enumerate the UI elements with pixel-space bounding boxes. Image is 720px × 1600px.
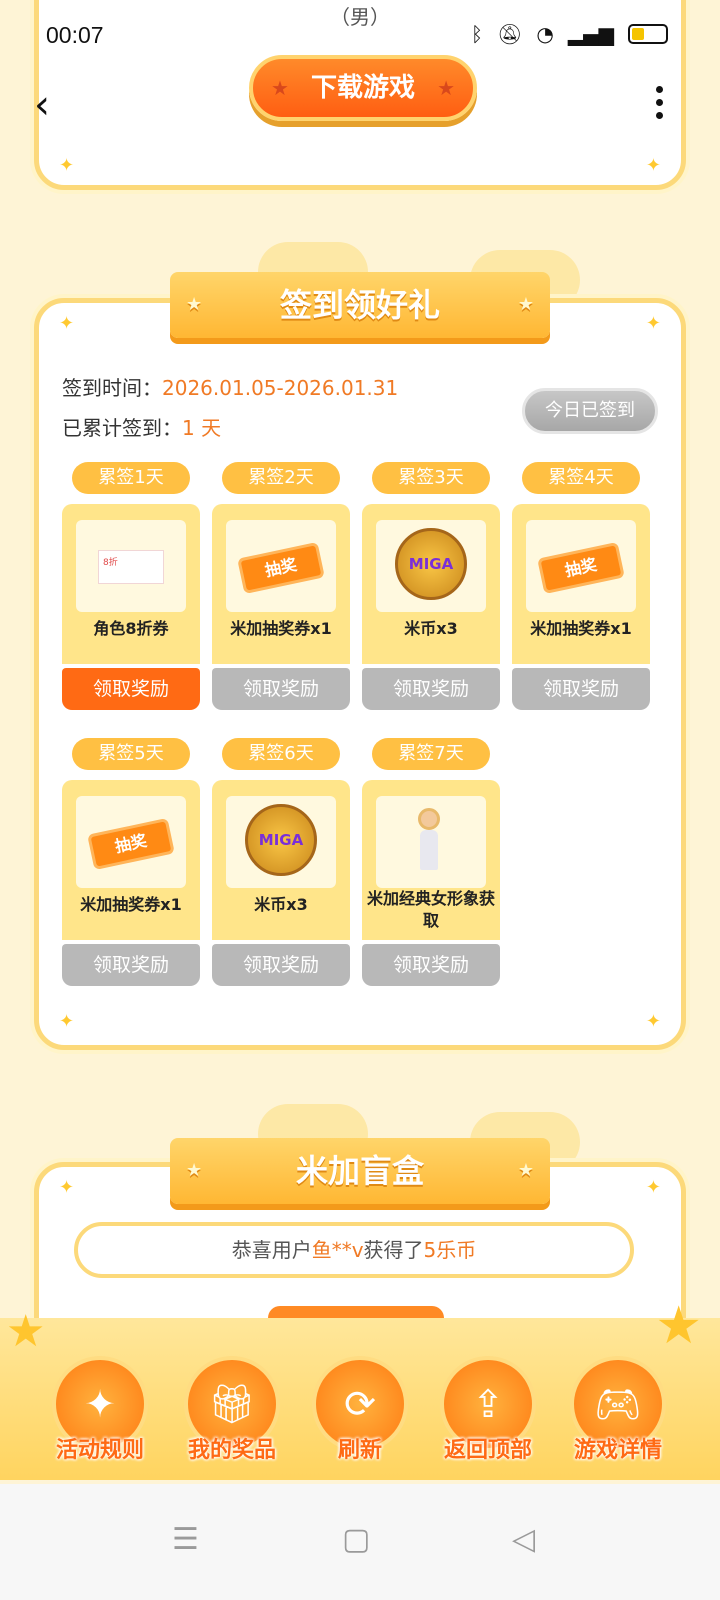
sparkle-icon: ✦ [645, 155, 661, 176]
day-tag: 累签7天 [372, 738, 490, 770]
reward-name: 米加抽奖券x1 [530, 619, 632, 638]
more-menu-icon[interactable] [656, 86, 664, 125]
sign-day-card: 累签6天 MIGA 米币x3 领取奖励 [212, 738, 352, 988]
star-icon: ★ [517, 294, 534, 315]
claim-reward-button[interactable]: 领取奖励 [212, 668, 350, 710]
sign-total: 已累计签到：1 天 [62, 412, 221, 441]
miga-coin-icon: MIGA [245, 804, 317, 876]
day-tag: 累签1天 [72, 462, 190, 494]
dock-label: 刷新 [337, 1438, 382, 1463]
star-decoration-icon: ★ [655, 1296, 702, 1356]
marquee-prize: 5乐币 [423, 1238, 477, 1262]
sign-day-card: 累签3天 MIGA 米币x3 领取奖励 [362, 462, 502, 712]
system-navigation-bar: ☰ ▢ ◁ [0, 1484, 720, 1600]
marquee-prefix: 恭喜用户 [231, 1238, 312, 1262]
dock-label: 游戏详情 [573, 1438, 662, 1463]
download-label: 下载游戏 [310, 73, 415, 103]
sparkle-icon: ✦ [645, 1011, 661, 1032]
reward-name: 米币x3 [254, 895, 308, 914]
sparkle-icon: ✦ [645, 1177, 661, 1198]
claim-reward-button[interactable]: 领取奖励 [62, 668, 200, 710]
marquee-mid: 获得了 [363, 1238, 424, 1262]
dock-label: 我的奖品 [187, 1438, 276, 1463]
coupon-text: 8折 [103, 558, 118, 568]
sign-day-card: 累签7天 米加经典女形象获取 领取奖励 [362, 738, 502, 988]
signal-icon: ▂▄▆ [567, 22, 614, 46]
status-bar: 00:07 ᛒ 🔕︎ ◔ ▂▄▆ [0, 0, 720, 70]
day-tag: 累签5天 [72, 738, 190, 770]
reward-name: 米币x3 [404, 619, 458, 638]
sign-period-value: 2026.01.05-2026.01.31 [162, 376, 399, 400]
today-signed-button[interactable]: 今日已签到 [522, 388, 658, 434]
claim-reward-button[interactable]: 领取奖励 [62, 944, 200, 986]
sparkle-icon: ✦ [59, 155, 75, 176]
day-tag: 累签3天 [372, 462, 490, 494]
reward-name: 米加抽奖券x1 [230, 619, 332, 638]
sign-day-card: 累签1天 8折 角色8折券 领取奖励 [62, 462, 202, 712]
sparkle-icon: ✦ [59, 1177, 75, 1198]
back-icon[interactable]: ‹ [34, 82, 50, 128]
sparkle-icon: ✦ [59, 313, 75, 334]
blind-box-title: 米加盲盒 [295, 1152, 424, 1190]
sign-day-card: 累签5天 抽奖 米加抽奖券x1 领取奖励 [62, 738, 202, 988]
wifi-icon: ◔ [536, 22, 554, 46]
star-decoration-icon: ★ [6, 1306, 46, 1357]
reward-name: 米加抽奖券x1 [80, 895, 182, 914]
back-nav-icon[interactable]: ◁ [512, 1522, 535, 1557]
miga-coin-icon: MIGA [395, 528, 467, 600]
star-icon: ★ [186, 1160, 203, 1181]
home-icon[interactable]: ▢ [342, 1522, 370, 1557]
claim-reward-button[interactable]: 领取奖励 [362, 944, 500, 986]
game-details-button[interactable]: 🎮︎ 游戏详情 [556, 1356, 680, 1472]
sign-period-label: 签到时间： [62, 376, 162, 400]
mute-icon: 🔕︎ [497, 22, 523, 46]
sign-total-value: 1 天 [182, 416, 222, 440]
marquee-user: 鱼**v [311, 1238, 364, 1262]
bluetooth-icon: ᛒ [471, 22, 483, 46]
activity-rules-button[interactable]: ✦ 活动规则 [38, 1356, 162, 1472]
sparkle-icon: ✦ [645, 313, 661, 334]
claim-reward-button[interactable]: 领取奖励 [512, 668, 650, 710]
status-time: 00:07 [46, 22, 104, 48]
claim-reward-button[interactable]: 领取奖励 [212, 944, 350, 986]
star-icon: ★ [186, 294, 203, 315]
dock-label: 返回顶部 [443, 1438, 532, 1463]
sign-in-title-ribbon: ★ 签到领好礼 ★ [170, 272, 550, 338]
day-tag: 累签6天 [222, 738, 340, 770]
avatar-figure-icon [418, 808, 444, 874]
day-tag: 累签4天 [522, 462, 640, 494]
coupon-icon: 8折 [98, 550, 164, 584]
sign-day-card: 累签2天 抽奖 米加抽奖券x1 领取奖励 [212, 462, 352, 712]
claim-reward-button[interactable]: 领取奖励 [362, 668, 500, 710]
sparkle-icon: ✦ [59, 1011, 75, 1032]
recent-apps-icon[interactable]: ☰ [172, 1522, 199, 1557]
sign-total-label: 已累计签到： [62, 416, 182, 440]
sign-in-title: 签到领好礼 [279, 286, 440, 324]
back-to-top-button[interactable]: ⇪ 返回顶部 [426, 1356, 550, 1472]
sign-period: 签到时间：2026.01.05-2026.01.31 [62, 372, 398, 401]
my-prizes-button[interactable]: 🎁︎ 我的奖品 [170, 1356, 294, 1472]
refresh-button[interactable]: ⟳ 刷新 [298, 1356, 422, 1472]
reward-name: 米加经典女形象获取 [366, 889, 495, 930]
day-tag: 累签2天 [222, 462, 340, 494]
blind-box-title-ribbon: ★ 米加盲盒 ★ [170, 1138, 550, 1204]
battery-icon [628, 24, 668, 44]
reward-name: 角色8折券 [93, 619, 169, 638]
winner-marquee: 恭喜用户鱼**v获得了5乐币 [74, 1222, 634, 1278]
sign-day-card: 累签4天 抽奖 米加抽奖券x1 领取奖励 [512, 462, 652, 712]
dock-label: 活动规则 [55, 1438, 144, 1463]
star-icon: ★ [517, 1160, 534, 1181]
